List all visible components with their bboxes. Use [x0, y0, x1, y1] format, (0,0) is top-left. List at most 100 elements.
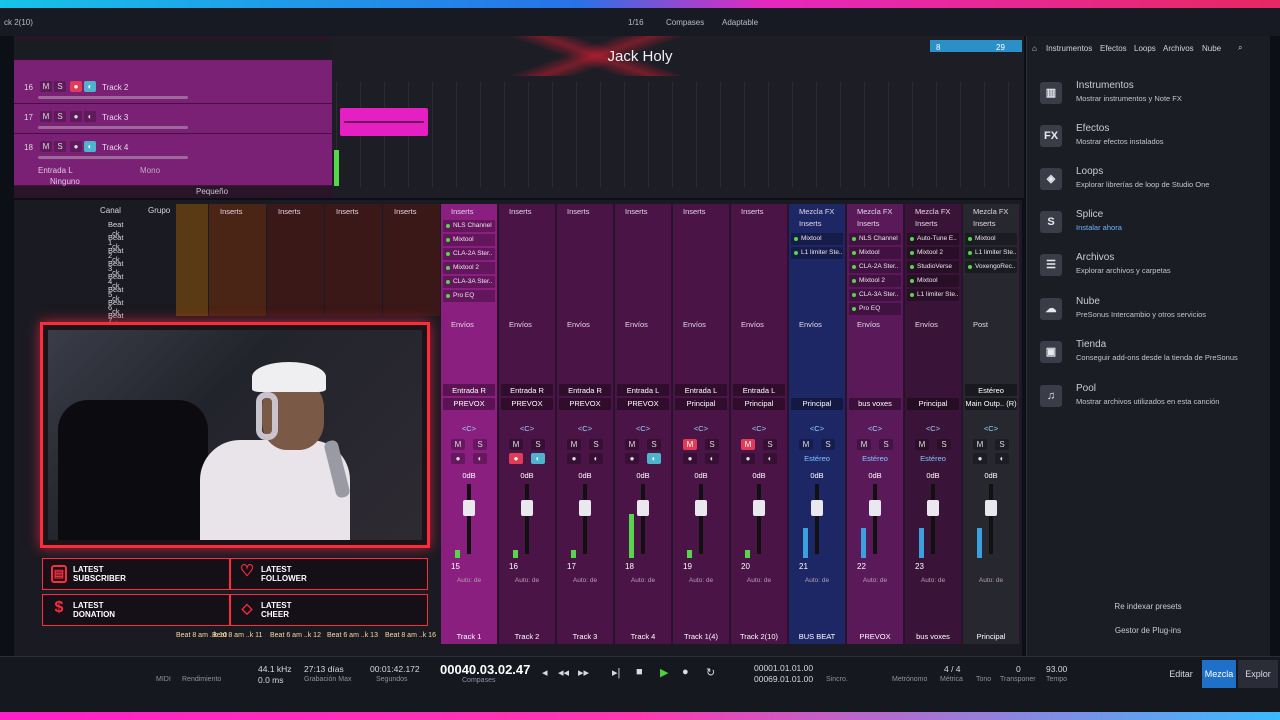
record-arm-button[interactable]: ● [509, 453, 523, 464]
volume-fader-track[interactable] [989, 484, 993, 554]
output-label[interactable]: bus voxes [849, 399, 901, 408]
sends-label[interactable]: Envíos [799, 320, 822, 329]
sends-label[interactable]: Envíos [741, 320, 764, 329]
mute-button[interactable]: M [625, 439, 639, 450]
insert-slot[interactable]: CLA-2A Ster.. [443, 248, 495, 260]
input-label[interactable]: Estéreo [965, 386, 1017, 395]
beat-strip[interactable] [325, 204, 382, 316]
inserts-label[interactable]: Mezcla FX [915, 207, 950, 216]
volume-fader-cap[interactable] [695, 500, 707, 516]
volume-fader-cap[interactable] [637, 500, 649, 516]
volume-readout[interactable]: 0dB [965, 471, 1017, 480]
volume-fader-track[interactable] [641, 484, 645, 554]
solo-button[interactable]: S [879, 439, 893, 450]
browser-tab[interactable]: Archivos [1163, 44, 1194, 53]
pan-control[interactable]: <C> [791, 424, 843, 433]
mute-button[interactable]: M [683, 439, 697, 450]
track-volume-fader[interactable] [38, 126, 188, 129]
inserts-label[interactable]: Inserts [394, 207, 417, 216]
browser-item-splice[interactable]: S Splice Instalar ahora [1040, 209, 1270, 249]
tempo-value[interactable]: 93.00 [1046, 664, 1067, 674]
beat-strip[interactable] [176, 204, 208, 316]
browse-view-button[interactable]: Explor [1238, 660, 1278, 688]
sends-label[interactable]: Envíos [683, 320, 706, 329]
volume-readout[interactable]: 0dB [443, 471, 495, 480]
quantize-mode[interactable]: Adaptable [722, 18, 758, 27]
timeline-ruler[interactable] [930, 40, 1022, 52]
output-label[interactable]: PREVOX [617, 399, 669, 408]
insert-slot[interactable]: Mixtool [849, 247, 901, 259]
monitor-button[interactable]: ◐ [995, 453, 1009, 464]
volume-fader-cap[interactable] [753, 500, 765, 516]
pan-control[interactable]: <C> [907, 424, 959, 433]
browser-item-pool[interactable]: ♫ Pool Mostrar archivos utilizados en es… [1040, 383, 1270, 423]
pan-control[interactable]: <C> [965, 424, 1017, 433]
volume-fader-track[interactable] [815, 484, 819, 554]
channel-mode[interactable]: Estéreo [791, 454, 843, 463]
automation-mode[interactable]: Auto: de [963, 577, 1019, 584]
output-label[interactable]: PREVOX [443, 399, 495, 408]
record-arm-button[interactable]: ● [683, 453, 697, 464]
monitor-button[interactable]: ◐ [84, 81, 96, 92]
play-icon[interactable]: ▶ [660, 666, 668, 679]
insert-slot[interactable]: Pro EQ [849, 303, 901, 315]
sends-label[interactable]: Envíos [625, 320, 648, 329]
inserts-label[interactable]: Inserts [741, 207, 764, 216]
track-output[interactable]: Ninguno [50, 177, 80, 186]
browser-item-tienda[interactable]: ▣ Tienda Conseguir add-ons desde la tien… [1040, 339, 1270, 379]
insert-slot[interactable]: NLS Channel [443, 220, 495, 232]
channel-name[interactable]: bus voxes [905, 632, 961, 641]
insert-slot[interactable]: Mixtool [791, 233, 843, 245]
inserts-label[interactable]: Inserts [451, 207, 474, 216]
volume-fader-track[interactable] [525, 484, 529, 554]
solo-button[interactable]: S [763, 439, 777, 450]
track-row[interactable]: 16 M S ● ◐ Track 2 [14, 74, 332, 104]
mute-button[interactable]: M [40, 81, 52, 92]
inserts-label[interactable]: Inserts [625, 207, 648, 216]
automation-mode[interactable]: Auto: de [905, 577, 961, 584]
channel-name[interactable]: Track 1(4) [673, 632, 729, 641]
volume-fader-track[interactable] [757, 484, 761, 554]
browser-item-desc[interactable]: Instalar ahora [1076, 223, 1122, 232]
channel-name[interactable]: Track 3 [557, 632, 613, 641]
insert-slot[interactable]: L1 limiter Ste.. [791, 247, 843, 259]
grid-mode[interactable]: Compases [666, 18, 704, 27]
home-icon[interactable]: ⌂ [1032, 44, 1037, 53]
channel-name[interactable]: Track 4 [615, 632, 671, 641]
volume-fader-cap[interactable] [811, 500, 823, 516]
browser-item-instrumentos[interactable]: ▥ Instrumentos Mostrar instrumentos y No… [1040, 80, 1270, 120]
prev-marker-icon[interactable]: ◂ [542, 666, 548, 679]
insert-slot[interactable]: Mixtool [965, 233, 1017, 245]
browser-tab[interactable]: Efectos [1100, 44, 1127, 53]
insert-slot[interactable]: CLA-2A Ster.. [849, 261, 901, 273]
mute-button[interactable]: M [741, 439, 755, 450]
mute-button[interactable]: M [451, 439, 465, 450]
insert-slot[interactable]: CLA-3A Ster.. [849, 289, 901, 301]
channel-mode[interactable]: Estéreo [907, 454, 959, 463]
track-name[interactable]: Track 3 [102, 113, 128, 122]
sends-label[interactable]: Envíos [915, 320, 938, 329]
output-label[interactable]: PREVOX [559, 399, 611, 408]
sends-label[interactable]: Envíos [857, 320, 880, 329]
arrange-grid[interactable] [336, 82, 1016, 187]
loop-end[interactable]: 00069.01.01.00 [754, 674, 813, 684]
volume-fader-track[interactable] [931, 484, 935, 554]
track-name[interactable]: Track 2 [102, 83, 128, 92]
monitor-button[interactable]: ◐ [84, 111, 96, 122]
mute-button[interactable]: M [40, 111, 52, 122]
mute-button[interactable]: M [567, 439, 581, 450]
inserts-label[interactable]: Inserts [683, 207, 706, 216]
insert-slot[interactable]: Mixtool [443, 234, 495, 246]
record-arm-button[interactable]: ● [973, 453, 987, 464]
channel-name[interactable]: PREVOX [847, 632, 903, 641]
record-arm-button[interactable]: ● [741, 453, 755, 464]
project-name[interactable]: ck 2(10) [4, 18, 33, 27]
pan-control[interactable]: <C> [443, 424, 495, 433]
input-label[interactable]: Entrada L [675, 386, 727, 395]
inserts-label[interactable]: Mezcla FX [857, 207, 892, 216]
channel-name[interactable]: Track 2(10) [731, 632, 787, 641]
monitor-button[interactable]: ◐ [705, 453, 719, 464]
automation-mode[interactable]: Auto: de [615, 577, 671, 584]
monitor-button[interactable]: ◐ [589, 453, 603, 464]
transpose-value[interactable]: 0 [1016, 664, 1021, 674]
